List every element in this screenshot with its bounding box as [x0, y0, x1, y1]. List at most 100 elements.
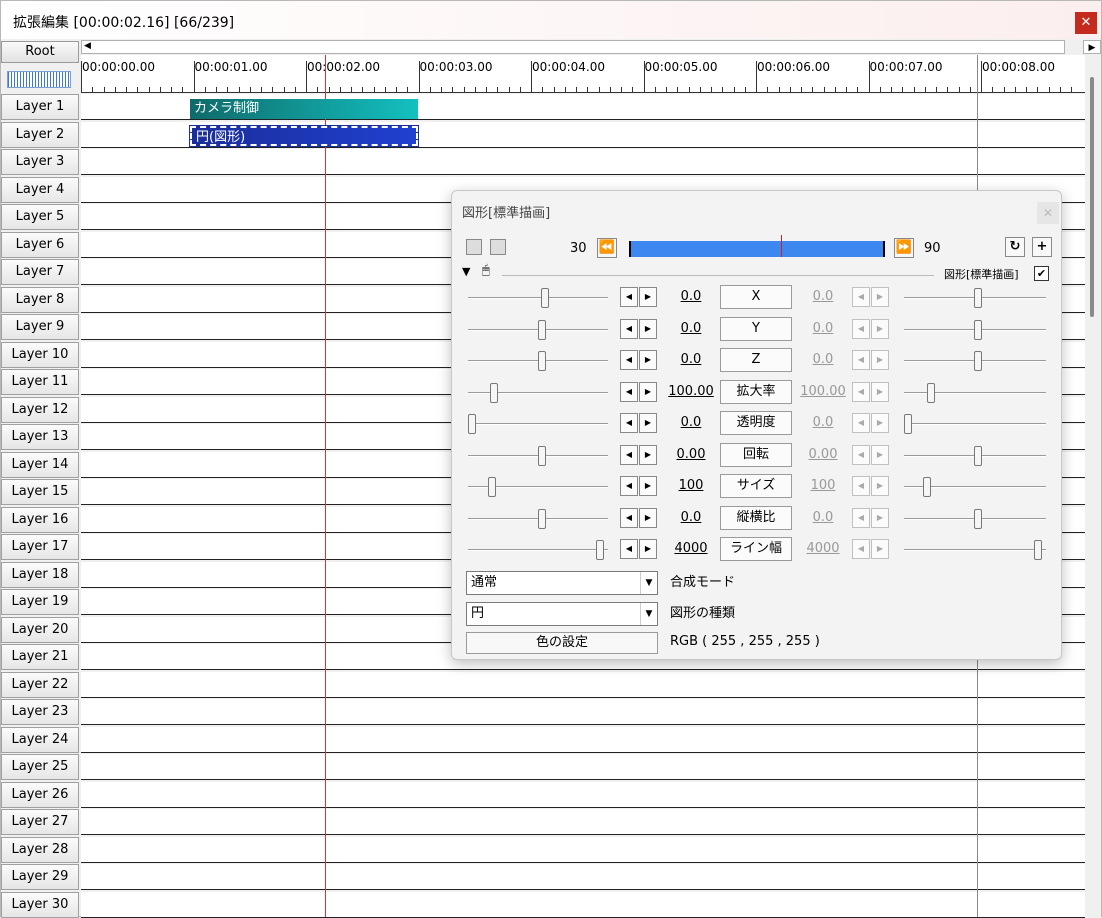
- layer-track[interactable]: [81, 781, 1085, 808]
- loop-icon[interactable]: ↻: [1005, 237, 1025, 257]
- right-slider-thumb[interactable]: [973, 445, 982, 466]
- right-slider-thumb[interactable]: [973, 508, 982, 529]
- layer-track[interactable]: [81, 809, 1085, 835]
- start-value[interactable]: 0.0: [666, 510, 716, 525]
- left-step-buttons[interactable]: ◀ ▶: [620, 476, 658, 496]
- left-slider-thumb[interactable]: [596, 540, 605, 560]
- left-slider-thumb[interactable]: [468, 414, 476, 434]
- right-slider-thumb[interactable]: [1033, 540, 1042, 560]
- layer-label[interactable]: Layer 13: [1, 424, 79, 450]
- layer-label[interactable]: Layer 10: [1, 341, 79, 368]
- layer-track[interactable]: [81, 891, 1085, 918]
- decrement-icon[interactable]: ◀: [620, 507, 638, 528]
- scroll-right-icon[interactable]: ▶: [1083, 40, 1101, 54]
- layer-label[interactable]: Layer 21: [1, 644, 79, 670]
- blend-mode-select[interactable]: 通常 ▼: [466, 571, 658, 595]
- close-button[interactable]: ✕: [1075, 12, 1097, 34]
- layer-track[interactable]: [81, 671, 1085, 698]
- right-slider-thumb[interactable]: [973, 319, 982, 340]
- chevron-down-icon[interactable]: ▼: [640, 603, 657, 625]
- left-step-buttons[interactable]: ◀ ▶: [620, 350, 658, 370]
- layer-track[interactable]: [81, 726, 1085, 753]
- param-button[interactable]: X: [720, 285, 792, 309]
- param-button[interactable]: 回転: [720, 442, 792, 467]
- left-slider-track[interactable]: [468, 391, 608, 394]
- right-slider-track[interactable]: [904, 391, 1046, 394]
- playhead-line[interactable]: [325, 55, 326, 917]
- start-value[interactable]: 0.0: [666, 321, 716, 336]
- decrement-icon[interactable]: ◀: [620, 539, 638, 559]
- left-step-buttons[interactable]: ◀ ▶: [620, 287, 658, 307]
- scroll-thumb[interactable]: [1090, 77, 1094, 317]
- layer-label[interactable]: Layer 27: [1, 809, 79, 835]
- left-slider-track[interactable]: [468, 297, 608, 299]
- chevron-down-icon[interactable]: ▼: [640, 572, 657, 594]
- left-slider-track[interactable]: [468, 423, 608, 425]
- layer-label[interactable]: Layer 16: [1, 506, 79, 533]
- start-value[interactable]: 100.00: [666, 384, 716, 399]
- grid-icon[interactable]: [490, 239, 506, 255]
- color-settings-button[interactable]: 色の設定: [466, 632, 658, 654]
- layer-label[interactable]: Layer 23: [1, 699, 79, 725]
- layer-label[interactable]: Layer 25: [1, 754, 79, 780]
- layer-label[interactable]: Layer 18: [1, 561, 79, 588]
- left-slider-thumb[interactable]: [537, 445, 546, 466]
- collapse-triangle-icon[interactable]: ▼: [462, 265, 470, 278]
- layer-label[interactable]: Layer 6: [1, 231, 79, 258]
- enable-checkbox[interactable]: ✔: [1034, 266, 1049, 281]
- shape-type-select[interactable]: 円 ▼: [466, 602, 658, 626]
- increment-icon[interactable]: ▶: [639, 350, 657, 370]
- vertical-scrollbar[interactable]: [1085, 55, 1101, 917]
- layer-label[interactable]: Layer 26: [1, 781, 79, 808]
- layer-label[interactable]: Layer 17: [1, 534, 79, 560]
- right-slider-track[interactable]: [904, 423, 1046, 425]
- clip-camera-control[interactable]: カメラ制御: [190, 99, 418, 119]
- left-slider-track[interactable]: [468, 549, 608, 551]
- increment-icon[interactable]: ▶: [639, 287, 657, 307]
- right-slider-thumb[interactable]: [922, 477, 931, 497]
- layer-label[interactable]: Layer 30: [1, 891, 79, 918]
- param-button[interactable]: ライン幅: [720, 537, 792, 561]
- start-value[interactable]: 0.0: [666, 289, 716, 304]
- right-slider-thumb[interactable]: [973, 351, 982, 371]
- layer-label[interactable]: Layer 7: [1, 259, 79, 285]
- param-button[interactable]: 縦横比: [720, 505, 792, 530]
- param-button[interactable]: 透明度: [720, 411, 792, 435]
- left-slider-thumb[interactable]: [537, 319, 546, 340]
- layer-label[interactable]: Layer 5: [1, 204, 79, 230]
- layer-label[interactable]: Layer 2: [1, 121, 79, 148]
- dialog-close-button[interactable]: ✕: [1037, 202, 1059, 224]
- layer-label[interactable]: Layer 24: [1, 726, 79, 753]
- increment-icon[interactable]: ▶: [639, 381, 657, 402]
- layer-label[interactable]: Layer 20: [1, 616, 79, 643]
- layer-track[interactable]: [81, 149, 1085, 175]
- layer-label[interactable]: Layer 8: [1, 286, 79, 313]
- right-slider-thumb[interactable]: [904, 414, 912, 434]
- layer-label[interactable]: Layer 3: [1, 149, 79, 175]
- start-value[interactable]: 0.0: [666, 352, 716, 367]
- layer-track[interactable]: [81, 754, 1085, 780]
- layer-label[interactable]: Layer 14: [1, 451, 79, 478]
- start-value[interactable]: 100: [666, 478, 716, 493]
- root-button[interactable]: Root: [1, 41, 79, 63]
- layer-label[interactable]: Layer 11: [1, 369, 79, 395]
- left-slider-thumb[interactable]: [537, 508, 546, 529]
- left-slider-thumb[interactable]: [537, 351, 546, 371]
- right-slider-thumb[interactable]: [973, 288, 982, 308]
- increment-icon[interactable]: ▶: [639, 413, 657, 433]
- left-step-buttons[interactable]: ◀ ▶: [620, 507, 658, 528]
- clip-circle-shape[interactable]: 円(図形): [189, 125, 419, 147]
- add-filter-icon[interactable]: +: [1032, 237, 1052, 257]
- start-value[interactable]: 0.00: [666, 447, 716, 462]
- layer-track[interactable]: [81, 864, 1085, 890]
- increment-icon[interactable]: ▶: [639, 507, 657, 528]
- increment-icon[interactable]: ▶: [639, 476, 657, 496]
- decrement-icon[interactable]: ◀: [620, 476, 638, 496]
- layer-label[interactable]: Layer 15: [1, 479, 79, 505]
- layer-label[interactable]: Layer 28: [1, 836, 79, 863]
- left-slider-thumb[interactable]: [540, 288, 549, 308]
- camera-target-icon[interactable]: [466, 239, 482, 255]
- left-step-buttons[interactable]: ◀ ▶: [620, 318, 658, 339]
- decrement-icon[interactable]: ◀: [620, 413, 638, 433]
- param-button[interactable]: Y: [720, 316, 792, 341]
